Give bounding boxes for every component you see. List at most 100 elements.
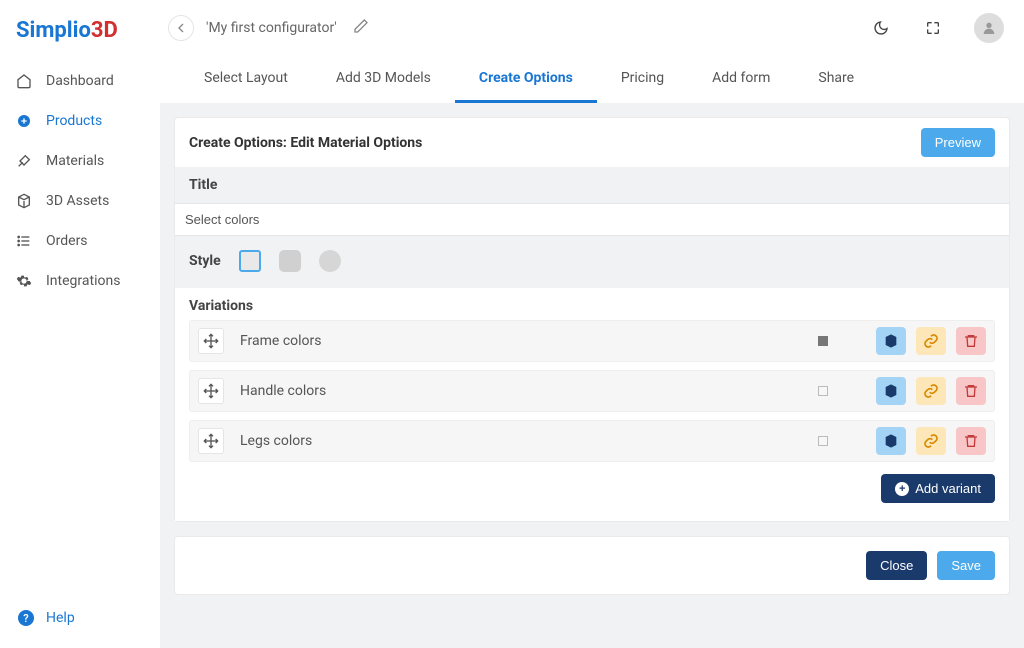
trash-icon xyxy=(963,433,979,449)
plus-circle-icon xyxy=(16,113,32,129)
tab-label: Share xyxy=(818,70,854,86)
link-icon xyxy=(923,433,939,449)
delete-button[interactable] xyxy=(956,327,986,355)
assign-material-button[interactable] xyxy=(876,377,906,405)
options-panel: Create Options: Edit Material Options Pr… xyxy=(174,117,1010,522)
tab-bar: Select Layout Add 3D Models Create Optio… xyxy=(160,56,1024,103)
tab-label: Add 3D Models xyxy=(336,70,431,86)
style-option-circle[interactable] xyxy=(319,250,341,272)
sidebar-item-integrations[interactable]: Integrations xyxy=(0,261,160,301)
footer-panel: Close Save xyxy=(174,536,1010,595)
sidebar-item-dashboard[interactable]: Dashboard xyxy=(0,61,160,101)
tab-label: Select Layout xyxy=(204,70,288,86)
color-chip[interactable] xyxy=(818,436,828,446)
topbar: 'My first configurator' xyxy=(160,0,1024,56)
title-label: Title xyxy=(189,177,995,193)
cube-icon xyxy=(883,383,899,399)
drag-handle[interactable] xyxy=(198,428,224,454)
assign-material-button[interactable] xyxy=(876,427,906,455)
style-section: Style xyxy=(175,236,1009,288)
style-option-square-solid[interactable] xyxy=(279,250,301,272)
tab-label: Pricing xyxy=(621,70,664,86)
sidebar-item-label: Orders xyxy=(46,233,88,249)
user-avatar[interactable] xyxy=(974,13,1004,43)
user-icon xyxy=(981,20,997,36)
link-button[interactable] xyxy=(916,377,946,405)
variations-section: Variations Frame colors Handle colors xyxy=(175,288,1009,521)
panel-title: Create Options: Edit Material Options xyxy=(189,135,422,151)
footer-actions: Close Save xyxy=(175,537,1009,594)
maximize-icon xyxy=(925,20,941,36)
sidebar-item-label: Integrations xyxy=(46,273,120,289)
tab-add-form[interactable]: Add form xyxy=(688,56,794,103)
sidebar-item-orders[interactable]: Orders xyxy=(0,221,160,261)
link-button[interactable] xyxy=(916,327,946,355)
breadcrumb: 'My first configurator' xyxy=(206,20,337,36)
button-label: Preview xyxy=(935,135,981,150)
sidebar-item-materials[interactable]: Materials xyxy=(0,141,160,181)
sidebar-item-label: 3D Assets xyxy=(46,193,109,209)
style-option-square-outline[interactable] xyxy=(239,250,261,272)
sidebar-nav: Dashboard Products Materials 3D Assets O… xyxy=(0,61,160,600)
plus-icon: + xyxy=(895,482,909,496)
brush-icon xyxy=(16,153,32,169)
move-icon xyxy=(203,383,219,399)
home-icon xyxy=(16,73,32,89)
back-button[interactable] xyxy=(168,15,194,41)
add-variant-button[interactable]: + Add variant xyxy=(881,474,995,503)
color-chip[interactable] xyxy=(818,336,828,346)
link-icon xyxy=(923,333,939,349)
tab-label: Create Options xyxy=(479,70,573,86)
title-section: Title xyxy=(175,167,1009,203)
tab-select-layout[interactable]: Select Layout xyxy=(180,56,312,103)
link-icon xyxy=(923,383,939,399)
delete-button[interactable] xyxy=(956,377,986,405)
variation-row: Handle colors xyxy=(189,370,995,412)
link-button[interactable] xyxy=(916,427,946,455)
save-button[interactable]: Save xyxy=(937,551,995,580)
gear-icon xyxy=(16,273,32,289)
tab-pricing[interactable]: Pricing xyxy=(597,56,688,103)
delete-button[interactable] xyxy=(956,427,986,455)
logo: Simplio3D xyxy=(0,12,160,61)
fullscreen-button[interactable] xyxy=(922,17,944,39)
tab-label: Add form xyxy=(712,70,770,86)
button-label: Close xyxy=(880,558,913,573)
variation-row: Legs colors xyxy=(189,420,995,462)
tab-create-options[interactable]: Create Options xyxy=(455,56,597,103)
edit-title-button[interactable] xyxy=(353,18,369,38)
theme-toggle[interactable] xyxy=(870,17,892,39)
trash-icon xyxy=(963,383,979,399)
main: 'My first configurator' Select Layout Ad… xyxy=(160,0,1024,648)
pencil-icon xyxy=(353,18,369,34)
sidebar-item-products[interactable]: Products xyxy=(0,101,160,141)
tab-share[interactable]: Share xyxy=(794,56,878,103)
variation-name: Handle colors xyxy=(234,383,808,399)
cube-icon xyxy=(883,333,899,349)
cube-icon xyxy=(883,433,899,449)
trash-icon xyxy=(963,333,979,349)
list-icon xyxy=(16,233,32,249)
title-input[interactable] xyxy=(175,203,1009,236)
sidebar-item-label: Products xyxy=(46,113,102,129)
logo-text-2: 3D xyxy=(91,18,118,43)
sidebar-item-label: Dashboard xyxy=(46,73,114,89)
tab-add-3d-models[interactable]: Add 3D Models xyxy=(312,56,455,103)
help-link[interactable]: ? Help xyxy=(0,600,160,636)
chevron-left-icon xyxy=(173,20,189,36)
cube-icon xyxy=(16,193,32,209)
sidebar-item-label: Materials xyxy=(46,153,104,169)
variation-name: Legs colors xyxy=(234,433,808,449)
logo-text-1: Simplio xyxy=(16,18,91,43)
close-button[interactable]: Close xyxy=(866,551,927,580)
assign-material-button[interactable] xyxy=(876,327,906,355)
moon-icon xyxy=(873,20,889,36)
variation-row: Frame colors xyxy=(189,320,995,362)
sidebar-item-3d-assets[interactable]: 3D Assets xyxy=(0,181,160,221)
drag-handle[interactable] xyxy=(198,328,224,354)
drag-handle[interactable] xyxy=(198,378,224,404)
color-chip[interactable] xyxy=(818,386,828,396)
preview-button[interactable]: Preview xyxy=(921,128,995,157)
content: Create Options: Edit Material Options Pr… xyxy=(160,103,1024,648)
panel-header: Create Options: Edit Material Options Pr… xyxy=(175,118,1009,167)
